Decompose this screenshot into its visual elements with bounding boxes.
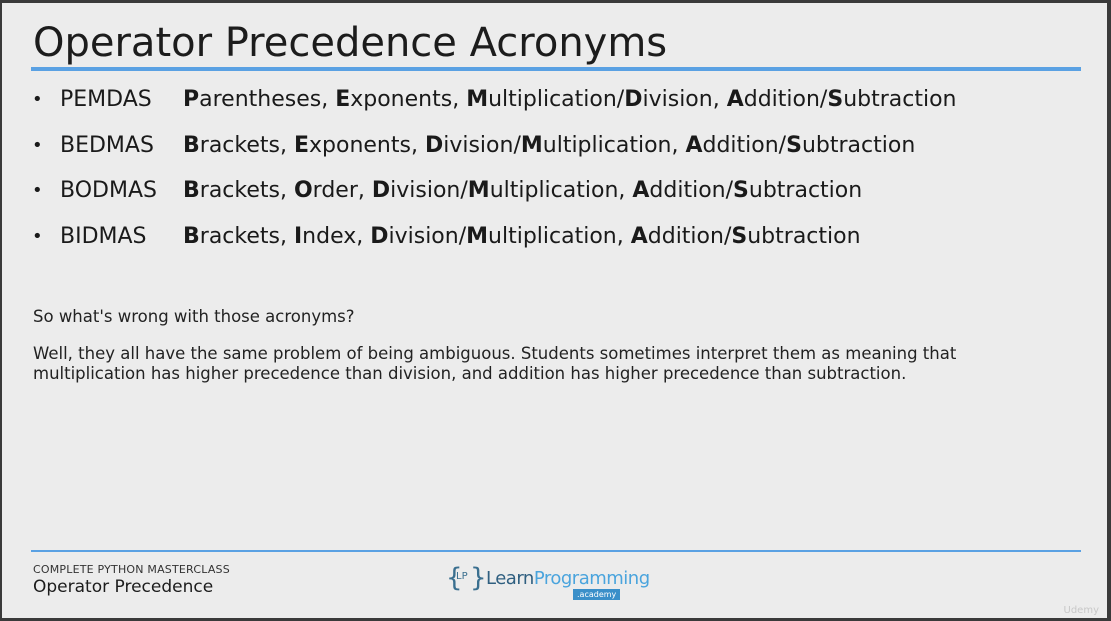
acronym-word-rest: ubtraction xyxy=(748,178,863,204)
acronym-initial: O xyxy=(293,178,313,204)
course-title: COMPLETE PYTHON MASTERCLASS xyxy=(33,563,230,576)
answer-line: multiplication has higher precedence tha… xyxy=(33,364,907,383)
acronym-word-rest: ultiplication/ xyxy=(488,87,625,112)
acronym-initial: B xyxy=(183,178,200,204)
slide: Operator Precedence Acronyms • PEMDAS Pa… xyxy=(2,3,1107,618)
acronym-initial: S xyxy=(733,178,749,204)
bullet-icon: • xyxy=(32,226,43,248)
acronym-name: BODMAS xyxy=(60,178,157,204)
acronym-word-rest: ndex, xyxy=(302,224,371,250)
acronym-word-rest: rackets, xyxy=(199,132,294,158)
acronym-word-rest: ultiplication, xyxy=(488,224,631,250)
acronym-initial: M xyxy=(466,224,489,250)
logo-brace-right: } xyxy=(470,563,487,593)
acronym-word-rest: arentheses, xyxy=(199,87,336,112)
acronym-initial: E xyxy=(335,87,351,112)
acronym-name: BEDMAS xyxy=(60,132,154,158)
acronym-initial: D xyxy=(371,178,391,204)
acronym-word-rest: ultiplication, xyxy=(542,132,686,158)
logo-academy-badge: .academy xyxy=(573,589,621,600)
acronym-word-rest: xponents, xyxy=(309,132,425,158)
acronym-initial: M xyxy=(466,87,489,112)
acronym-name: BIDMAS xyxy=(60,224,147,250)
acronym-word-rest: ddition/ xyxy=(649,178,734,204)
section-title: Operator Precedence xyxy=(33,577,214,597)
acronym-word-rest: xponents, xyxy=(350,87,467,112)
acronym-initial: A xyxy=(726,87,744,112)
acronym-word-rest: ivision/ xyxy=(388,224,467,250)
acronym-word-rest: ddition/ xyxy=(743,87,828,112)
acronym-initial: I xyxy=(293,224,303,250)
acronym-word-rest: ubtraction xyxy=(801,132,916,158)
acronym-word-rest: rder, xyxy=(312,178,372,204)
title-divider xyxy=(31,67,1081,71)
acronym-initial: A xyxy=(685,132,703,158)
acronym-initial: D xyxy=(424,132,444,158)
logo-learn: Learn xyxy=(486,568,534,589)
acronym-word-rest: rackets, xyxy=(199,224,294,250)
acronym-word-rest: ddition/ xyxy=(647,224,732,250)
acronym-initial: M xyxy=(520,132,543,158)
slide-title: Operator Precedence Acronyms xyxy=(33,20,668,66)
acronym-initial: D xyxy=(370,224,389,250)
logo-wordmark: LearnProgramming xyxy=(486,568,650,589)
acronym-expansion: Brackets, Index, Division/Multiplication… xyxy=(183,219,861,255)
acronym-expansion: Parentheses, Exponents, Multiplication/D… xyxy=(183,82,957,118)
acronym-initial: S xyxy=(731,224,748,250)
acronym-initial: D xyxy=(624,87,643,112)
acronym-word-rest: ddition/ xyxy=(702,132,787,158)
acronym-initial: E xyxy=(293,132,309,158)
acronym-word-rest: ivision/ xyxy=(390,178,468,204)
answer-text: Well, they all have the same problem of … xyxy=(33,344,1033,384)
bullet-icon: • xyxy=(32,134,43,156)
acronym-initial: M xyxy=(467,178,490,204)
bullet-icon: • xyxy=(32,89,43,110)
acronym-name: PEMDAS xyxy=(60,87,152,112)
acronym-initial: B xyxy=(183,132,200,158)
acronym-initial: B xyxy=(183,224,200,250)
acronym-word-rest: ubtraction xyxy=(747,224,861,250)
acronym-initial: A xyxy=(632,178,650,204)
acronym-initial: A xyxy=(630,224,648,250)
footer-divider xyxy=(31,550,1081,552)
acronym-initial: S xyxy=(786,132,802,158)
logo-programming: Programming xyxy=(533,568,650,589)
acronym-word-rest: ultiplication, xyxy=(489,178,633,204)
acronym-expansion: Brackets, Order, Division/Multiplication… xyxy=(183,173,862,209)
acronym-word-rest: ivision/ xyxy=(443,132,521,158)
acronym-word-rest: rackets, xyxy=(199,178,294,204)
acronym-initial: S xyxy=(827,87,844,112)
acronym-initial: P xyxy=(183,87,200,112)
logo-initials: LP xyxy=(456,571,468,582)
question-text: So what's wrong with those acronyms? xyxy=(33,307,355,326)
answer-line: Well, they all have the same problem of … xyxy=(33,344,957,363)
acronym-expansion: Brackets, Exponents, Division/Multiplica… xyxy=(183,128,915,164)
udemy-watermark: Udemy xyxy=(1063,605,1099,616)
acronym-word-rest: ivision, xyxy=(642,87,727,112)
acronym-word-rest: ubtraction xyxy=(843,87,957,112)
learnprogramming-logo: { LP } LearnProgramming .academy xyxy=(446,561,650,605)
bullet-icon: • xyxy=(32,180,43,202)
